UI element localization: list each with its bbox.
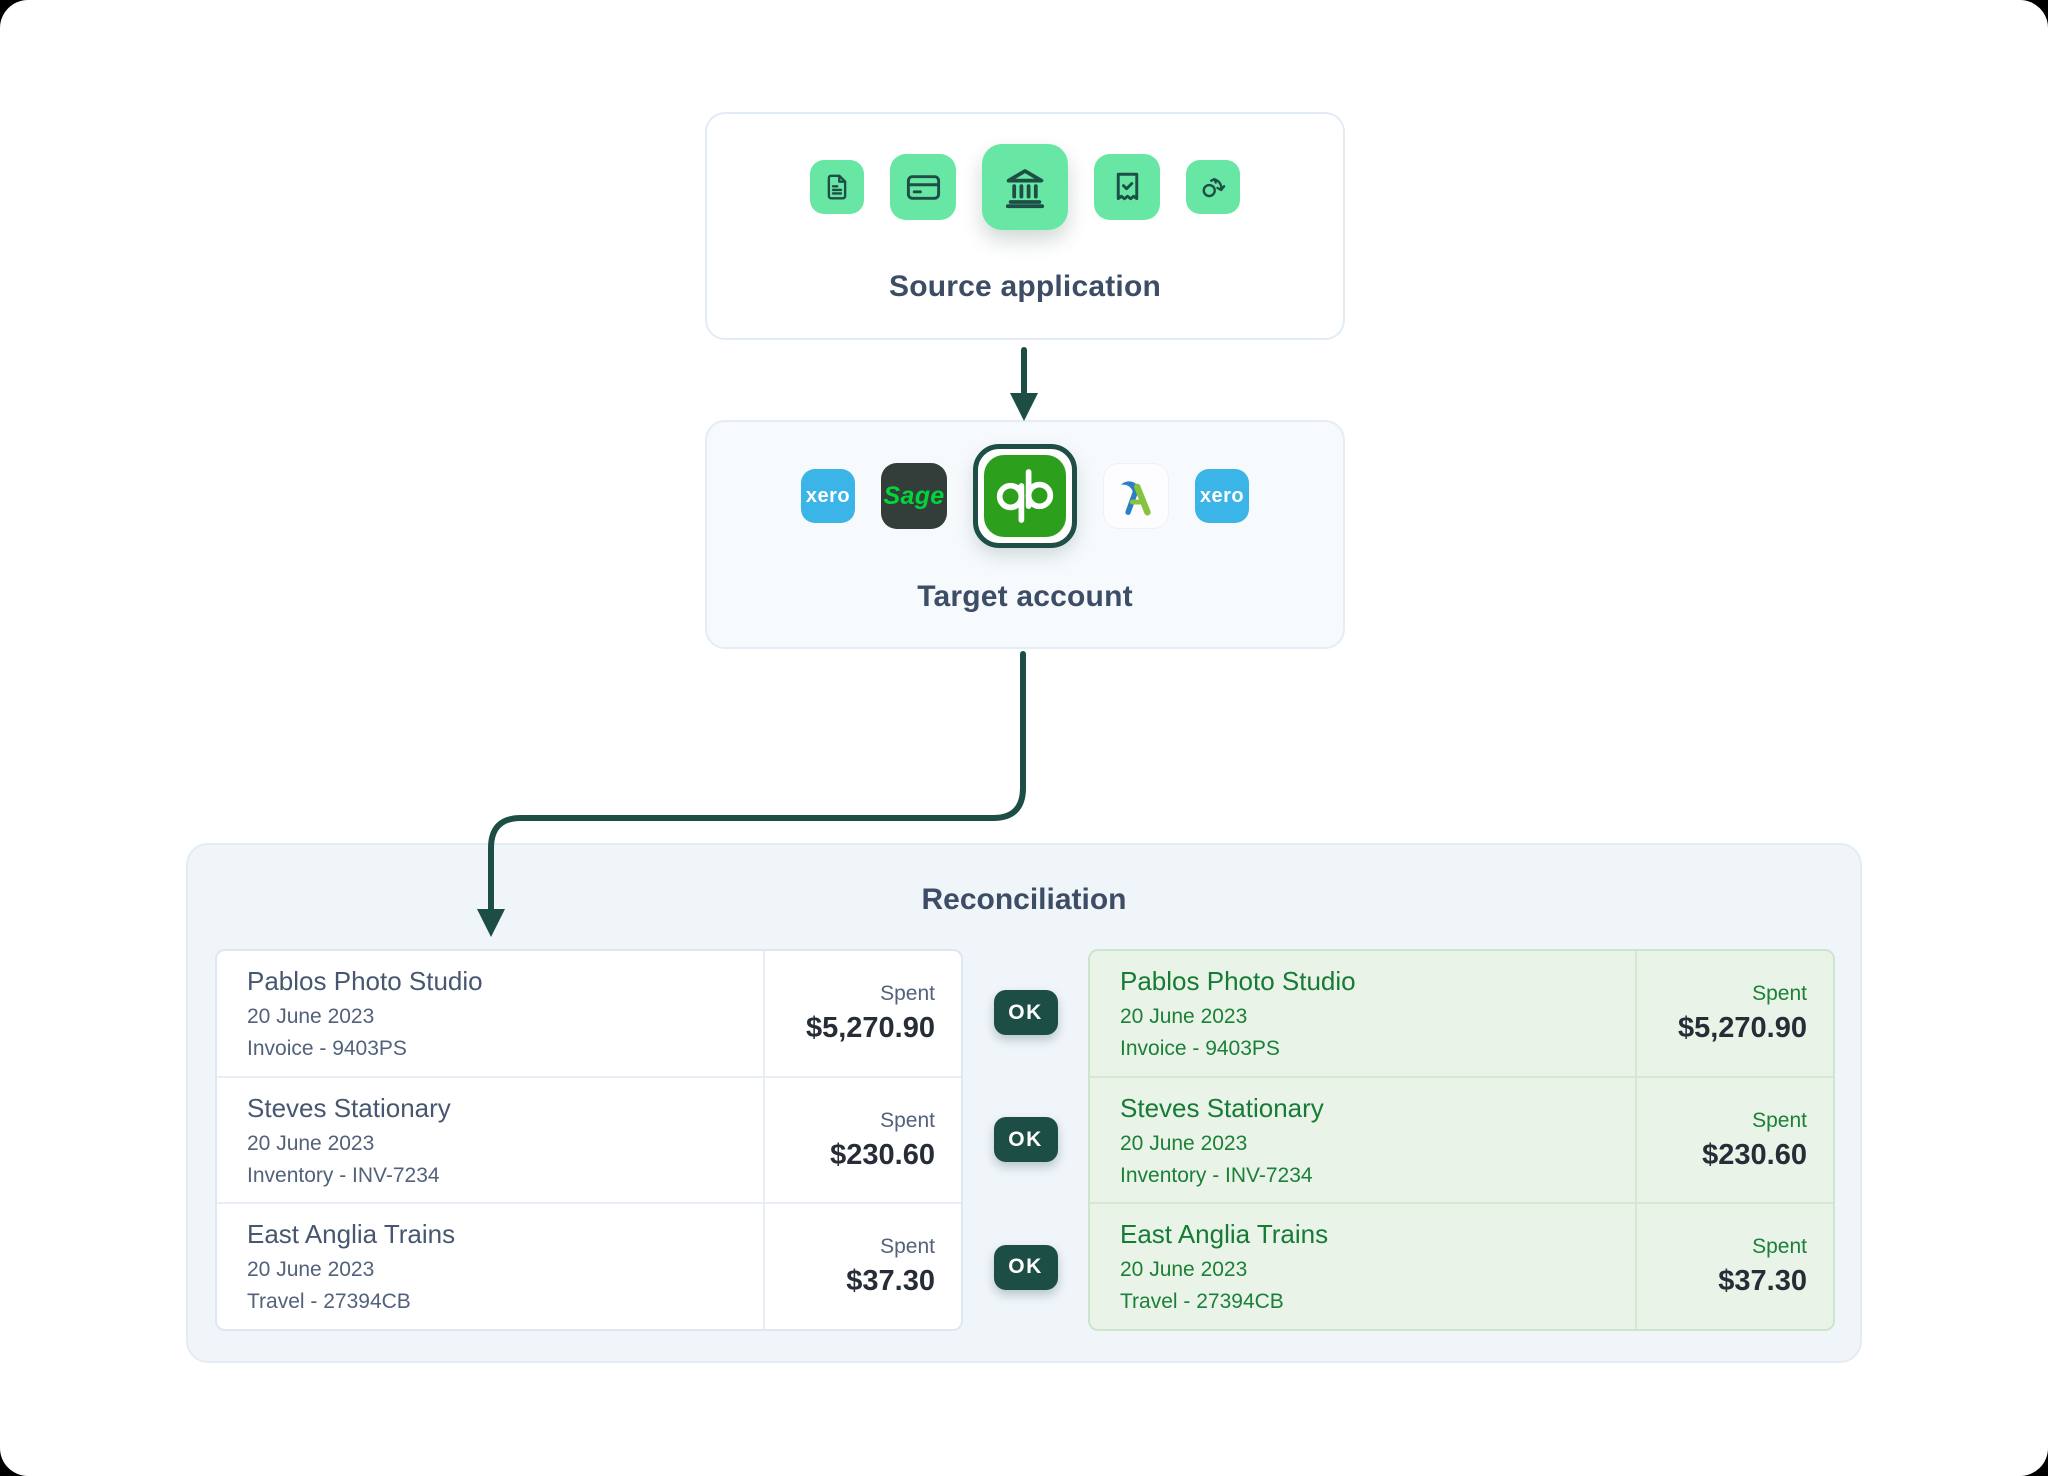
spent-label: Spent bbox=[1752, 982, 1807, 1006]
merchant-name: Steves Stationary bbox=[1120, 1093, 1635, 1124]
spent-label: Spent bbox=[880, 1235, 935, 1259]
matched-transactions-table: Pablos Photo Studio 20 June 2023 Invoice -… bbox=[1088, 949, 1835, 1331]
target-card-title: Target account bbox=[917, 580, 1133, 614]
spent-cell: Spent $230.60 bbox=[1635, 1078, 1833, 1203]
spent-amount: $37.30 bbox=[846, 1265, 935, 1298]
spent-cell: Spent $230.60 bbox=[763, 1078, 961, 1203]
source-transaction-row: Steves Stationary 20 June 2023 Inventory -… bbox=[217, 1076, 961, 1203]
transaction-date: 20 June 2023 bbox=[1120, 1132, 1635, 1156]
transaction-reference: Invoice - 9403PS bbox=[247, 1037, 763, 1061]
merchant-name: East Anglia Trains bbox=[1120, 1219, 1635, 1250]
transaction-date: 20 June 2023 bbox=[247, 1132, 763, 1156]
spent-cell: Spent $37.30 bbox=[1635, 1204, 1833, 1329]
spent-cell: Spent $5,270.90 bbox=[1635, 951, 1833, 1076]
reconciliation-panel: Reconciliation Pablos Photo Studio 20 Jun… bbox=[186, 843, 1862, 1363]
transaction-date: 20 June 2023 bbox=[1120, 1258, 1635, 1282]
xero-logo-text: xero bbox=[806, 485, 850, 508]
xero-logo-2[interactable]: xero bbox=[1195, 469, 1249, 523]
matched-transaction-row: Pablos Photo Studio 20 June 2023 Invoice -… bbox=[1090, 951, 1833, 1076]
transaction-details: East Anglia Trains 20 June 2023 Travel - 2… bbox=[217, 1204, 763, 1329]
transaction-date: 20 June 2023 bbox=[247, 1258, 763, 1282]
freeagent-logo[interactable] bbox=[1103, 463, 1169, 529]
spent-cell: Spent $37.30 bbox=[763, 1204, 961, 1329]
xero-logo-text: xero bbox=[1200, 485, 1244, 508]
merchant-name: East Anglia Trains bbox=[247, 1219, 763, 1250]
transaction-details: Steves Stationary 20 June 2023 Inventory -… bbox=[1090, 1078, 1635, 1203]
transaction-details: Pablos Photo Studio 20 June 2023 Invoice -… bbox=[1090, 951, 1635, 1076]
spent-label: Spent bbox=[880, 982, 935, 1006]
merchant-name: Pablos Photo Studio bbox=[1120, 966, 1635, 997]
sage-logo-text: Sage bbox=[884, 482, 945, 511]
arrowhead-1 bbox=[1010, 393, 1038, 421]
target-account-card: xero Sage bbox=[705, 420, 1345, 649]
transaction-details: Steves Stationary 20 June 2023 Inventory -… bbox=[217, 1078, 763, 1203]
credit-card-icon[interactable] bbox=[890, 154, 956, 220]
spent-amount: $230.60 bbox=[830, 1139, 935, 1172]
transaction-reference: Inventory - INV-7234 bbox=[1120, 1164, 1635, 1188]
transaction-date: 20 June 2023 bbox=[247, 1005, 763, 1029]
spent-cell: Spent $5,270.90 bbox=[763, 951, 961, 1076]
source-transactions-table: Pablos Photo Studio 20 June 2023 Invoice -… bbox=[215, 949, 963, 1331]
receipt-check-icon[interactable] bbox=[1094, 154, 1160, 220]
ok-button[interactable]: OK bbox=[994, 1245, 1058, 1290]
transaction-details: Pablos Photo Studio 20 June 2023 Invoice -… bbox=[217, 951, 763, 1076]
spent-label: Spent bbox=[1752, 1109, 1807, 1133]
spent-label: Spent bbox=[880, 1109, 935, 1133]
transaction-details: East Anglia Trains 20 June 2023 Travel - 2… bbox=[1090, 1204, 1635, 1329]
matched-transaction-row: East Anglia Trains 20 June 2023 Travel - 2… bbox=[1090, 1202, 1833, 1329]
source-transaction-row: Pablos Photo Studio 20 June 2023 Invoice -… bbox=[217, 951, 961, 1076]
ok-buttons-column: OK OK OK bbox=[963, 949, 1088, 1331]
reconciliation-title: Reconciliation bbox=[188, 883, 1860, 917]
transaction-reference: Travel - 27394CB bbox=[1120, 1290, 1635, 1314]
spent-amount: $5,270.90 bbox=[806, 1012, 935, 1045]
spent-amount: $37.30 bbox=[1718, 1265, 1807, 1298]
transaction-reference: Inventory - INV-7234 bbox=[247, 1164, 763, 1188]
quickbooks-qb-glyph bbox=[984, 455, 1066, 537]
xero-logo[interactable]: xero bbox=[801, 469, 855, 523]
transaction-date: 20 June 2023 bbox=[1120, 1005, 1635, 1029]
sync-icon[interactable] bbox=[1186, 160, 1240, 214]
bank-icon[interactable] bbox=[982, 144, 1068, 230]
sage-logo[interactable]: Sage bbox=[881, 463, 947, 529]
source-icons-row bbox=[810, 144, 1240, 230]
merchant-name: Pablos Photo Studio bbox=[247, 966, 763, 997]
spent-amount: $230.60 bbox=[1702, 1139, 1807, 1172]
document-icon[interactable] bbox=[810, 160, 864, 214]
quickbooks-logo[interactable] bbox=[973, 444, 1077, 548]
transaction-reference: Travel - 27394CB bbox=[247, 1290, 763, 1314]
source-card-title: Source application bbox=[889, 270, 1161, 304]
spent-amount: $5,270.90 bbox=[1678, 1012, 1807, 1045]
target-logos-row: xero Sage bbox=[801, 444, 1249, 548]
ok-button[interactable]: OK bbox=[994, 1117, 1058, 1162]
ok-button[interactable]: OK bbox=[994, 990, 1058, 1035]
transaction-reference: Invoice - 9403PS bbox=[1120, 1037, 1635, 1061]
source-application-card: Source application bbox=[705, 112, 1345, 340]
spent-label: Spent bbox=[1752, 1235, 1807, 1259]
page-canvas: Source application xero Sage bbox=[0, 0, 2048, 1476]
matched-transaction-row: Steves Stationary 20 June 2023 Inventory -… bbox=[1090, 1076, 1833, 1203]
merchant-name: Steves Stationary bbox=[247, 1093, 763, 1124]
source-transaction-row: East Anglia Trains 20 June 2023 Travel - 2… bbox=[217, 1202, 961, 1329]
